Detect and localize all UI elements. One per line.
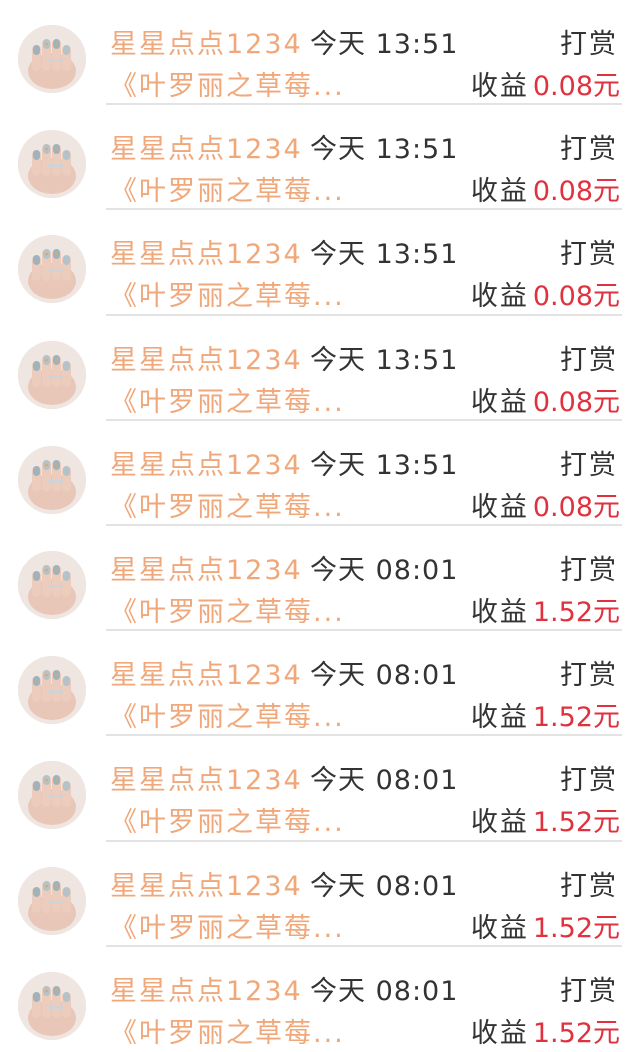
action-type: 打赏 xyxy=(560,975,618,1007)
username[interactable]: 星星点点1234 xyxy=(110,969,303,1008)
action-type: 打赏 xyxy=(560,870,618,902)
action-type: 打赏 xyxy=(560,134,618,166)
timestamp: 今天 08:01 xyxy=(310,765,459,797)
book-title[interactable]: 《叶罗丽之草莓... xyxy=(110,800,345,839)
book-title[interactable]: 《叶罗丽之草莓... xyxy=(110,380,345,419)
timestamp: 今天 13:51 xyxy=(310,449,459,481)
username[interactable]: 星星点点1234 xyxy=(110,864,303,903)
earning-label: 收益 xyxy=(470,702,529,734)
earning-label: 收益 xyxy=(470,1017,529,1049)
list-item[interactable]: 星星点点1234 今天 08:01 打赏 《叶罗丽之草莓... 收益 1.52元 xyxy=(0,631,640,737)
timestamp: 今天 08:01 xyxy=(310,975,459,1007)
action-type: 打赏 xyxy=(560,765,618,797)
avatar[interactable] xyxy=(18,550,86,619)
action-type: 打赏 xyxy=(560,344,618,376)
username[interactable]: 星星点点1234 xyxy=(110,127,303,166)
earning: 收益 1.52元 xyxy=(471,1011,620,1050)
book-title[interactable]: 《叶罗丽之草莓... xyxy=(110,590,345,629)
timestamp: 今天 08:01 xyxy=(310,870,459,902)
username[interactable]: 星星点点1234 xyxy=(110,653,303,692)
earning-amount: 1.52元 xyxy=(532,702,620,734)
book-title[interactable]: 《叶罗丽之草莓... xyxy=(110,64,345,103)
earning-label: 收益 xyxy=(470,912,529,944)
username[interactable]: 星星点点1234 xyxy=(110,548,303,587)
list-item[interactable]: 星星点点1234 今天 08:01 打赏 《叶罗丽之草莓... 收益 1.52元 xyxy=(0,947,640,1052)
timestamp: 今天 08:01 xyxy=(310,554,459,586)
earning-amount: 1.52元 xyxy=(532,807,620,839)
username[interactable]: 星星点点1234 xyxy=(110,758,303,797)
timestamp: 今天 08:01 xyxy=(310,660,459,692)
earning: 收益 0.08元 xyxy=(471,485,620,524)
list-item[interactable]: 星星点点1234 今天 08:01 打赏 《叶罗丽之草莓... 收益 1.52元 xyxy=(0,736,640,842)
earning-label: 收益 xyxy=(470,807,529,839)
list-item[interactable]: 星星点点1234 今天 08:01 打赏 《叶罗丽之草莓... 收益 1.52元 xyxy=(0,842,640,947)
book-title[interactable]: 《叶罗丽之草莓... xyxy=(110,695,345,734)
action-type: 打赏 xyxy=(560,449,618,481)
book-title[interactable]: 《叶罗丽之草莓... xyxy=(110,906,345,945)
earning-amount: 0.08元 xyxy=(532,386,620,418)
timestamp: 今天 13:51 xyxy=(310,134,459,166)
list-item[interactable]: 星星点点1234 今天 13:51 打赏 《叶罗丽之草莓... 收益 0.08元 xyxy=(0,0,640,106)
username[interactable]: 星星点点1234 xyxy=(110,232,303,271)
earning-amount: 0.08元 xyxy=(532,176,620,208)
avatar[interactable] xyxy=(18,340,86,409)
earning-amount: 1.52元 xyxy=(532,912,620,944)
earning: 收益 1.52元 xyxy=(471,800,620,839)
earning: 收益 1.52元 xyxy=(471,695,620,734)
earning-amount: 0.08元 xyxy=(532,281,620,313)
avatar[interactable] xyxy=(18,761,86,830)
earning: 收益 1.52元 xyxy=(471,590,620,629)
earning-label: 收益 xyxy=(470,176,529,208)
earning: 收益 0.08元 xyxy=(471,64,620,103)
avatar[interactable] xyxy=(18,971,86,1040)
timestamp: 今天 13:51 xyxy=(310,239,459,271)
avatar[interactable] xyxy=(18,445,86,514)
earning-label: 收益 xyxy=(470,281,529,313)
reward-income-list: 星星点点1234 今天 13:51 打赏 《叶罗丽之草莓... 收益 0.08元 … xyxy=(0,0,640,1049)
list-item[interactable]: 星星点点1234 今天 13:51 打赏 《叶罗丽之草莓... 收益 0.08元 xyxy=(0,210,640,316)
list-item[interactable]: 星星点点1234 今天 13:51 打赏 《叶罗丽之草莓... 收益 0.08元 xyxy=(0,421,640,526)
earning-label: 收益 xyxy=(470,596,529,628)
avatar[interactable] xyxy=(18,235,86,304)
book-title[interactable]: 《叶罗丽之草莓... xyxy=(110,485,345,524)
earning-amount: 1.52元 xyxy=(532,1017,620,1049)
earning: 收益 1.52元 xyxy=(471,906,620,945)
avatar[interactable] xyxy=(18,130,86,199)
username[interactable]: 星星点点1234 xyxy=(110,443,303,482)
avatar[interactable] xyxy=(18,656,86,725)
avatar[interactable] xyxy=(18,866,86,935)
action-type: 打赏 xyxy=(560,554,618,586)
earning: 收益 0.08元 xyxy=(471,380,620,419)
avatar[interactable] xyxy=(18,25,86,93)
earning: 收益 0.08元 xyxy=(471,274,620,313)
action-type: 打赏 xyxy=(560,660,618,692)
list-item[interactable]: 星星点点1234 今天 13:51 打赏 《叶罗丽之草莓... 收益 0.08元 xyxy=(0,105,640,211)
action-type: 打赏 xyxy=(560,29,618,60)
earning: 收益 0.08元 xyxy=(471,169,620,208)
earning-label: 收益 xyxy=(470,386,529,418)
timestamp: 今天 13:51 xyxy=(310,29,459,60)
book-title[interactable]: 《叶罗丽之草莓... xyxy=(110,1011,345,1050)
book-title[interactable]: 《叶罗丽之草莓... xyxy=(110,169,345,208)
username[interactable]: 星星点点1234 xyxy=(110,22,303,61)
earning-amount: 0.08元 xyxy=(532,71,620,102)
book-title[interactable]: 《叶罗丽之草莓... xyxy=(110,274,345,313)
list-item[interactable]: 星星点点1234 今天 08:01 打赏 《叶罗丽之草莓... 收益 1.52元 xyxy=(0,526,640,632)
earning-amount: 0.08元 xyxy=(532,491,620,523)
action-type: 打赏 xyxy=(560,239,618,271)
earning-amount: 1.52元 xyxy=(532,596,620,628)
list-item[interactable]: 星星点点1234 今天 13:51 打赏 《叶罗丽之草莓... 收益 0.08元 xyxy=(0,316,640,421)
earning-label: 收益 xyxy=(470,491,529,523)
timestamp: 今天 13:51 xyxy=(310,344,459,376)
earning-label: 收益 xyxy=(470,71,529,102)
username[interactable]: 星星点点1234 xyxy=(110,338,303,377)
